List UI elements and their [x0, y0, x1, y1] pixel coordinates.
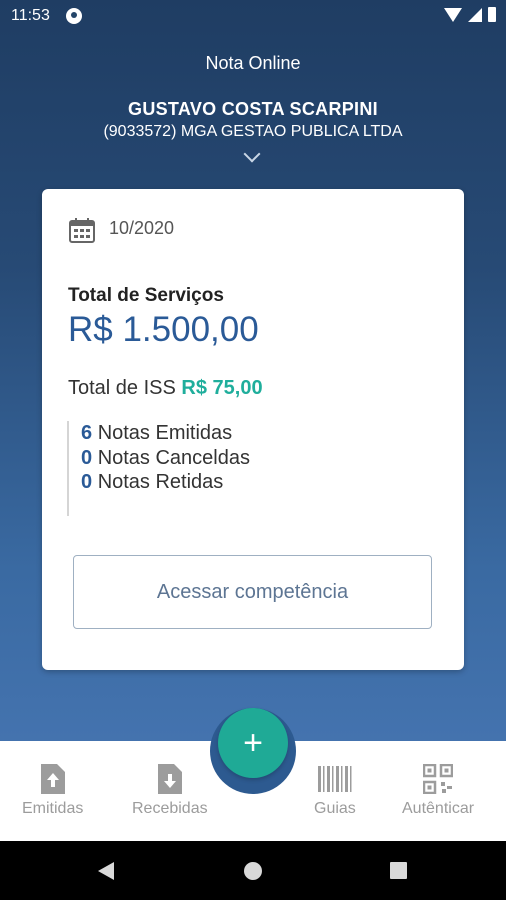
nav-item-recebidas[interactable]: Recebidas: [132, 764, 208, 818]
nav-label-autenticar: Autênticar: [402, 800, 475, 817]
status-icons: [444, 7, 496, 22]
notes-summary: 6 Notas Emitidas 0 Notas Canceldas 0 Not…: [67, 421, 250, 516]
iss-row: Total de ISS R$ 75,00: [68, 377, 263, 400]
nav-label-guias: Guias: [314, 800, 356, 817]
qr-code-icon: [423, 764, 454, 794]
nav-item-guias[interactable]: Guias: [314, 764, 356, 818]
signal-icon: [468, 7, 482, 22]
add-button[interactable]: +: [218, 708, 288, 778]
period-label: 10/2020: [109, 218, 175, 238]
battery-icon: [488, 7, 496, 22]
back-icon[interactable]: [98, 862, 114, 880]
user-name[interactable]: GUSTAVO COSTA SCARPINI: [0, 99, 506, 120]
app-title: Nota Online: [205, 53, 301, 73]
status-time: 11:53: [11, 7, 50, 24]
access-competence-button[interactable]: Acessar competência: [73, 555, 432, 629]
notes-cancelled-count: 0: [81, 446, 93, 469]
notes-cancelled: 0 Notas Canceldas: [81, 446, 250, 471]
notes-withheld: 0 Notas Retidas: [81, 470, 250, 495]
recents-icon[interactable]: [390, 862, 407, 879]
company-name[interactable]: (9033572) MGA GESTAO PUBLICA LTDA: [0, 123, 506, 141]
home-icon[interactable]: [244, 862, 262, 880]
nav-item-autenticar[interactable]: Autênticar: [402, 764, 474, 818]
nav-item-emitidas[interactable]: Emitidas: [22, 764, 83, 818]
notes-cancelled-label: Notas Canceldas: [97, 446, 250, 469]
download-doc-icon: [157, 764, 182, 794]
barcode-icon: [317, 766, 352, 792]
notes-issued-label: Notas Emitidas: [97, 422, 233, 444]
notes-issued: 6 Notas Emitidas: [81, 421, 250, 446]
notes-withheld-label: Notas Retidas: [97, 471, 224, 493]
notes-issued-count: 6: [81, 422, 93, 444]
notes-withheld-count: 0: [81, 471, 93, 493]
competence-card: 10/2020 Total de Serviços R$ 1.500,00 To…: [42, 189, 464, 670]
calendar-icon: [69, 218, 95, 243]
sync-icon: [66, 8, 82, 24]
total-services-value: R$ 1.500,00: [68, 310, 259, 349]
nav-label-recebidas: Recebidas: [132, 800, 208, 817]
iss-label: Total de ISS: [68, 377, 176, 399]
upload-doc-icon: [40, 764, 65, 794]
nav-label-emitidas: Emitidas: [22, 800, 84, 817]
iss-value: R$ 75,00: [181, 377, 263, 399]
wifi-icon: [444, 7, 462, 22]
status-bar: 11:53: [0, 0, 506, 32]
total-services-label: Total de Serviços: [68, 285, 224, 306]
